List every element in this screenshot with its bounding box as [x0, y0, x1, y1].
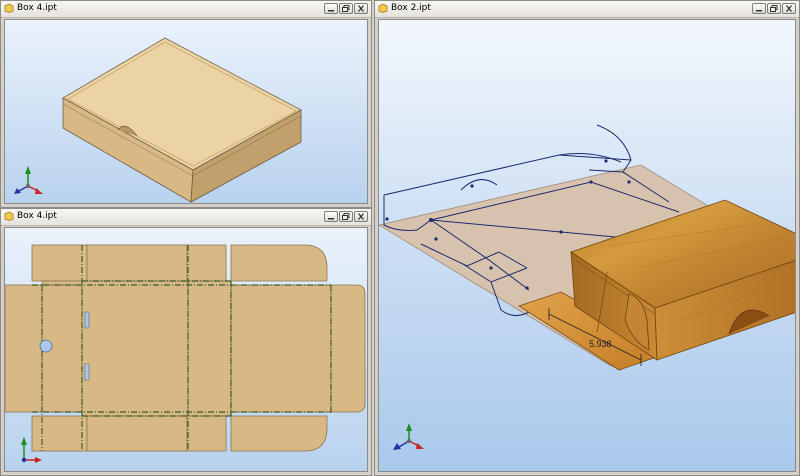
window-box2-sketch[interactable]: Box 2.ipt 5.938: [374, 0, 800, 476]
part-file-icon: [4, 211, 14, 221]
window-title: Box 4.ipt: [17, 211, 57, 221]
window-controls: [752, 3, 796, 14]
close-button[interactable]: [354, 3, 368, 14]
window-controls: [324, 3, 368, 14]
minimize-button[interactable]: [324, 211, 338, 222]
flat-pattern-model[interactable]: [5, 228, 368, 472]
close-icon: [786, 5, 792, 12]
close-button[interactable]: [782, 3, 796, 14]
graphics-viewport[interactable]: 5.938: [378, 19, 796, 472]
box2-3d-model[interactable]: 5.938: [379, 20, 796, 472]
restore-icon: [342, 5, 350, 12]
close-icon: [358, 213, 364, 220]
restore-icon: [342, 213, 350, 220]
restore-button[interactable]: [767, 3, 781, 14]
window-title: Box 2.ipt: [391, 3, 431, 13]
graphics-viewport[interactable]: [4, 19, 368, 204]
title-bar[interactable]: Box 4.ipt: [1, 209, 371, 226]
close-button[interactable]: [354, 211, 368, 222]
restore-button[interactable]: [339, 211, 353, 222]
minimize-icon: [328, 10, 334, 12]
part-file-icon: [4, 3, 14, 13]
view-triad-icon: [393, 423, 424, 450]
part-file-icon: [378, 3, 388, 13]
minimize-button[interactable]: [752, 3, 766, 14]
view-triad-icon: [14, 166, 43, 194]
minimize-icon: [756, 10, 762, 12]
window-box4-flat-pattern[interactable]: Box 4.ipt: [0, 208, 372, 476]
title-bar[interactable]: Box 4.ipt: [1, 1, 371, 18]
minimize-button[interactable]: [324, 3, 338, 14]
close-icon: [358, 5, 364, 12]
title-bar[interactable]: Box 2.ipt: [375, 1, 799, 18]
minimize-icon: [328, 218, 334, 220]
window-controls: [324, 211, 368, 222]
window-title: Box 4.ipt: [17, 3, 57, 13]
graphics-viewport[interactable]: [4, 227, 368, 472]
dimension-value: 5.938: [589, 339, 612, 349]
folded-box-model[interactable]: [5, 20, 368, 204]
restore-icon: [770, 5, 778, 12]
restore-button[interactable]: [339, 3, 353, 14]
window-box4-isometric[interactable]: Box 4.ipt: [0, 0, 372, 208]
